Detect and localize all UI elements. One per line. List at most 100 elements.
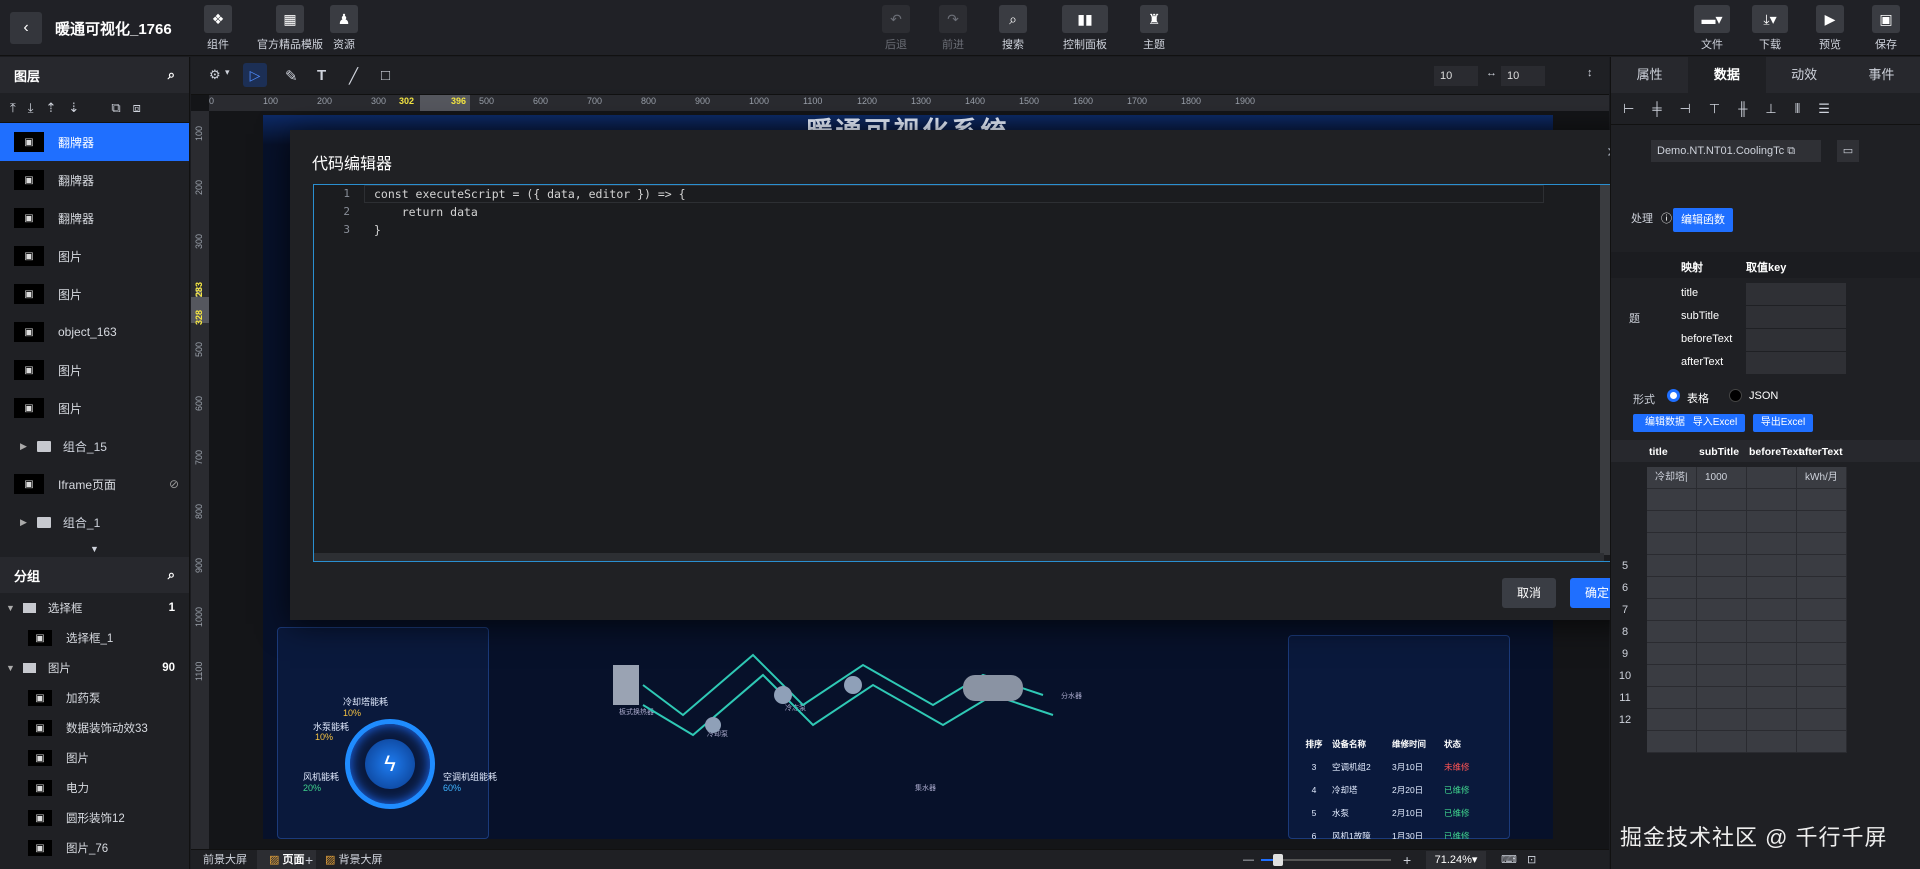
- align-right-icon[interactable]: ⊣: [1680, 101, 1691, 117]
- map-value-input[interactable]: [1746, 306, 1846, 328]
- grid-cell[interactable]: [1647, 599, 1697, 621]
- grid-cell[interactable]: [1797, 687, 1847, 709]
- grid-cell[interactable]: [1747, 467, 1797, 489]
- format-table-radio[interactable]: [1667, 389, 1680, 402]
- grid-cell[interactable]: [1647, 665, 1697, 687]
- grid-cell[interactable]: [1647, 577, 1697, 599]
- map-value-input[interactable]: [1746, 329, 1846, 351]
- undo-button[interactable]: ↶ 后退: [868, 5, 924, 52]
- file-button[interactable]: ▬▾ 文件: [1684, 5, 1740, 52]
- grid-cell[interactable]: [1697, 687, 1747, 709]
- grid-cell[interactable]: [1747, 643, 1797, 665]
- fit-screen-icon[interactable]: ⊡: [1527, 850, 1536, 869]
- grid-cell[interactable]: [1797, 555, 1847, 577]
- grid-cell[interactable]: [1797, 665, 1847, 687]
- tab-1[interactable]: 数据: [1688, 57, 1766, 93]
- zoom-out-button[interactable]: —: [1243, 850, 1254, 869]
- move-bottom-icon[interactable]: ⤓: [28, 100, 34, 116]
- grid-cell[interactable]: [1697, 621, 1747, 643]
- keyboard-icon[interactable]: ⌨: [1501, 850, 1517, 869]
- group-section[interactable]: ▼ 图片 90: [0, 653, 189, 683]
- layer-group-item[interactable]: ▶ 组合_1: [0, 503, 189, 541]
- grid-cell[interactable]: [1747, 599, 1797, 621]
- zoom-in-button[interactable]: +: [1403, 850, 1411, 869]
- distribute-h-icon[interactable]: ⫴: [1795, 101, 1800, 117]
- grid-cell[interactable]: [1697, 577, 1747, 599]
- align-middle-icon[interactable]: ╫: [1738, 101, 1747, 116]
- grid-cell[interactable]: [1797, 709, 1847, 731]
- editor-horizontal-scrollbar[interactable]: [314, 553, 1604, 561]
- grid-cell[interactable]: [1647, 731, 1697, 753]
- grid-cell[interactable]: [1797, 577, 1847, 599]
- preview-button[interactable]: ▶ 预览: [1802, 5, 1858, 52]
- group-item[interactable]: ▣ 电力: [0, 773, 189, 803]
- grid-cell[interactable]: [1647, 555, 1697, 577]
- format-json-radio[interactable]: [1729, 389, 1742, 402]
- back-button[interactable]: ‹: [10, 12, 42, 44]
- grid-cell[interactable]: [1747, 687, 1797, 709]
- map-value-input[interactable]: [1746, 283, 1846, 305]
- search-button[interactable]: ⌕ 搜索: [985, 5, 1041, 52]
- data-source-select[interactable]: Demo.NT.NT01.CoolingTc ⧉: [1651, 140, 1821, 162]
- spacing-y-input[interactable]: 10: [1501, 66, 1545, 86]
- grid-cell[interactable]: [1747, 555, 1797, 577]
- zoom-slider-handle[interactable]: [1272, 854, 1283, 866]
- grid-cell[interactable]: [1747, 709, 1797, 731]
- grid-cell[interactable]: [1797, 489, 1847, 511]
- cancel-button[interactable]: 取消: [1502, 578, 1556, 608]
- grid-cell[interactable]: [1797, 643, 1847, 665]
- grid-cell[interactable]: [1797, 731, 1847, 753]
- spacing-x-input[interactable]: 10: [1434, 66, 1478, 86]
- grid-cell[interactable]: [1647, 511, 1697, 533]
- edit-function-button[interactable]: 编辑函数: [1673, 208, 1733, 232]
- distribute-v-icon[interactable]: ☰: [1818, 101, 1830, 117]
- grid-cell[interactable]: [1647, 709, 1697, 731]
- grid-cell[interactable]: [1697, 665, 1747, 687]
- group-item[interactable]: ▣ 加药泵: [0, 683, 189, 713]
- grid-cell[interactable]: 1000: [1697, 467, 1747, 489]
- grid-cell[interactable]: [1797, 511, 1847, 533]
- group-item[interactable]: ▣ 数据装饰动效33: [0, 713, 189, 743]
- caret-right-icon[interactable]: ▶: [20, 517, 27, 528]
- group-section[interactable]: ▼ 选择框 1: [0, 593, 189, 623]
- add-page-button[interactable]: +: [305, 850, 313, 869]
- grid-cell[interactable]: [1747, 577, 1797, 599]
- link-icon[interactable]: ▭: [1837, 140, 1859, 162]
- grid-cell[interactable]: [1697, 599, 1747, 621]
- code-editor[interactable]: 1 2 3 const executeScript = ({ data, edi…: [313, 184, 1613, 562]
- grid-cell[interactable]: 冷却塔|: [1647, 467, 1697, 489]
- group-icon[interactable]: ⧉: [111, 100, 120, 116]
- grid-cell[interactable]: [1647, 533, 1697, 555]
- download-button[interactable]: ⤓▾ 下载: [1742, 5, 1798, 52]
- eye-off-icon[interactable]: ⊘: [169, 477, 179, 491]
- grid-cell[interactable]: [1747, 511, 1797, 533]
- tab-2[interactable]: 动效: [1766, 57, 1843, 93]
- layer-item[interactable]: ▣ 图片: [0, 389, 189, 427]
- map-value-input[interactable]: [1746, 352, 1846, 374]
- grid-cell[interactable]: [1697, 709, 1747, 731]
- group-item[interactable]: ▣ 图片_76: [0, 833, 189, 863]
- grid-cell[interactable]: [1697, 533, 1747, 555]
- rect-tool-icon[interactable]: □: [381, 67, 390, 84]
- resources-button[interactable]: ♟ 资源: [316, 5, 372, 52]
- grid-cell[interactable]: [1797, 599, 1847, 621]
- caret-down-icon[interactable]: ▼: [6, 663, 15, 673]
- grid-cell[interactable]: [1697, 731, 1747, 753]
- align-top-icon[interactable]: ⊤: [1709, 101, 1720, 117]
- layer-item[interactable]: ▣ 图片: [0, 275, 189, 313]
- grid-cell[interactable]: [1747, 665, 1797, 687]
- line-tool-icon[interactable]: ╱: [349, 67, 358, 85]
- layer-item[interactable]: ▣ object_163: [0, 313, 189, 351]
- grid-cell[interactable]: [1647, 489, 1697, 511]
- layer-item[interactable]: ▣ 图片: [0, 237, 189, 275]
- grid-cell[interactable]: [1797, 533, 1847, 555]
- code-content[interactable]: const executeScript = ({ data, editor })…: [374, 185, 686, 239]
- save-button[interactable]: ▣ 保存: [1858, 5, 1914, 52]
- align-bottom-icon[interactable]: ⊥: [1765, 101, 1776, 117]
- import-excel-button[interactable]: 导入Excel: [1685, 414, 1745, 432]
- move-down-icon[interactable]: ⇣: [68, 100, 79, 116]
- tab-3[interactable]: 事件: [1843, 57, 1920, 93]
- align-center-h-icon[interactable]: ╪: [1652, 101, 1661, 116]
- grid-cell[interactable]: [1647, 643, 1697, 665]
- chevron-down-icon[interactable]: ▾: [225, 67, 230, 78]
